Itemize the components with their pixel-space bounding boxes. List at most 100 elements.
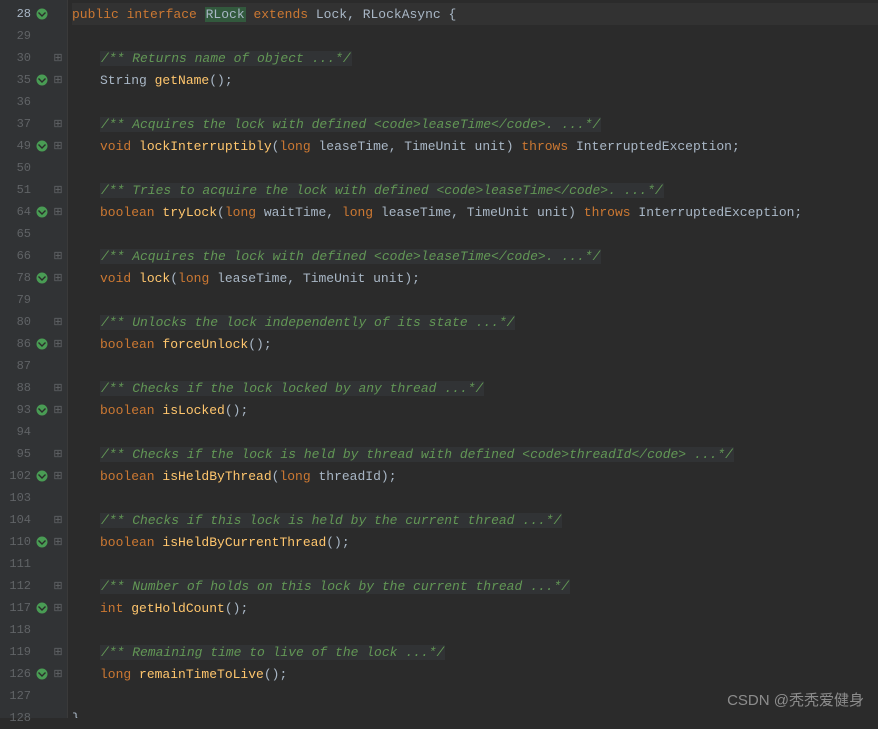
code-line[interactable]: /** Remaining time to live of the lock .… bbox=[72, 641, 878, 663]
code-line[interactable]: long remainTimeToLive(); bbox=[72, 663, 878, 685]
fold-icon[interactable]: ⊞ bbox=[53, 645, 63, 659]
code-line[interactable] bbox=[72, 553, 878, 575]
gutter-line[interactable]: 37⊞ bbox=[0, 113, 67, 135]
fold-icon[interactable]: ⊞ bbox=[53, 403, 63, 417]
gutter-line[interactable]: 64⊞ bbox=[0, 201, 67, 223]
gutter-line[interactable]: 28 bbox=[0, 3, 67, 25]
gutter-line[interactable]: 126⊞ bbox=[0, 663, 67, 685]
code-line[interactable]: boolean isHeldByCurrentThread(); bbox=[72, 531, 878, 553]
gutter-line[interactable]: 110⊞ bbox=[0, 531, 67, 553]
code-line[interactable]: /** Unlocks the lock independently of it… bbox=[72, 311, 878, 333]
gutter[interactable]: 282930⊞35⊞3637⊞49⊞5051⊞64⊞6566⊞78⊞7980⊞8… bbox=[0, 0, 68, 718]
gutter-line[interactable]: 104⊞ bbox=[0, 509, 67, 531]
code-line[interactable]: /** Checks if the lock is held by thread… bbox=[72, 443, 878, 465]
code-line[interactable]: void lock(long leaseTime, TimeUnit unit)… bbox=[72, 267, 878, 289]
code-line[interactable] bbox=[72, 157, 878, 179]
override-marker[interactable] bbox=[35, 271, 49, 285]
fold-icon[interactable]: ⊞ bbox=[53, 249, 63, 263]
code-line[interactable]: void lockInterruptibly(long leaseTime, T… bbox=[72, 135, 878, 157]
gutter-line[interactable]: 86⊞ bbox=[0, 333, 67, 355]
gutter-line[interactable]: 65 bbox=[0, 223, 67, 245]
gutter-line[interactable]: 95⊞ bbox=[0, 443, 67, 465]
code-line[interactable]: boolean tryLock(long waitTime, long leas… bbox=[72, 201, 878, 223]
fold-icon[interactable]: ⊞ bbox=[53, 271, 63, 285]
fold-icon[interactable]: ⊞ bbox=[53, 667, 63, 681]
code-line[interactable]: /** Acquires the lock with defined <code… bbox=[72, 113, 878, 135]
fold-icon[interactable]: ⊞ bbox=[53, 139, 63, 153]
code-line[interactable]: /** Acquires the lock with defined <code… bbox=[72, 245, 878, 267]
fold-icon[interactable]: ⊞ bbox=[53, 469, 63, 483]
code-line[interactable]: boolean forceUnlock(); bbox=[72, 333, 878, 355]
override-marker[interactable] bbox=[35, 667, 49, 681]
gutter-line[interactable]: 102⊞ bbox=[0, 465, 67, 487]
code-line[interactable]: /** Number of holds on this lock by the … bbox=[72, 575, 878, 597]
fold-icon[interactable]: ⊞ bbox=[53, 315, 63, 329]
fold-icon[interactable]: ⊞ bbox=[53, 579, 63, 593]
gutter-line[interactable]: 80⊞ bbox=[0, 311, 67, 333]
override-marker[interactable] bbox=[35, 139, 49, 153]
gutter-line[interactable]: 93⊞ bbox=[0, 399, 67, 421]
gutter-line[interactable]: 35⊞ bbox=[0, 69, 67, 91]
override-marker[interactable] bbox=[35, 601, 49, 615]
code-line[interactable]: boolean isLocked(); bbox=[72, 399, 878, 421]
fold-icon[interactable]: ⊞ bbox=[53, 205, 63, 219]
gutter-line[interactable]: 88⊞ bbox=[0, 377, 67, 399]
fold-icon[interactable]: ⊞ bbox=[53, 381, 63, 395]
override-marker[interactable] bbox=[35, 205, 49, 219]
code-line[interactable] bbox=[72, 25, 878, 47]
fold-icon[interactable]: ⊞ bbox=[53, 535, 63, 549]
gutter-line[interactable]: 128 bbox=[0, 707, 67, 729]
gutter-line[interactable]: 49⊞ bbox=[0, 135, 67, 157]
gutter-line[interactable]: 78⊞ bbox=[0, 267, 67, 289]
code-line[interactable]: boolean isHeldByThread(long threadId); bbox=[72, 465, 878, 487]
code-area[interactable]: public interface RLock extends Lock, RLo… bbox=[68, 0, 878, 718]
code-line[interactable] bbox=[72, 223, 878, 245]
fold-icon[interactable]: ⊞ bbox=[53, 183, 63, 197]
fold-icon[interactable]: ⊞ bbox=[53, 73, 63, 87]
fold-icon[interactable]: ⊞ bbox=[53, 51, 63, 65]
gutter-line[interactable]: 29 bbox=[0, 25, 67, 47]
fold-icon[interactable]: ⊞ bbox=[53, 513, 63, 527]
gutter-line[interactable]: 118 bbox=[0, 619, 67, 641]
code-editor[interactable]: 282930⊞35⊞3637⊞49⊞5051⊞64⊞6566⊞78⊞7980⊞8… bbox=[0, 0, 878, 718]
gutter-line[interactable]: 51⊞ bbox=[0, 179, 67, 201]
override-marker[interactable] bbox=[35, 403, 49, 417]
code-line[interactable] bbox=[72, 487, 878, 509]
gutter-line[interactable]: 79 bbox=[0, 289, 67, 311]
code-line[interactable] bbox=[72, 685, 878, 707]
code-line[interactable] bbox=[72, 91, 878, 113]
code-line[interactable] bbox=[72, 619, 878, 641]
override-marker[interactable] bbox=[35, 7, 49, 21]
fold-icon[interactable]: ⊞ bbox=[53, 601, 63, 615]
code-line[interactable] bbox=[72, 421, 878, 443]
gutter-line[interactable]: 50 bbox=[0, 157, 67, 179]
fold-icon[interactable]: ⊞ bbox=[53, 337, 63, 351]
fold-icon[interactable]: ⊞ bbox=[53, 447, 63, 461]
gutter-line[interactable]: 117⊞ bbox=[0, 597, 67, 619]
override-marker[interactable] bbox=[35, 337, 49, 351]
gutter-line[interactable]: 119⊞ bbox=[0, 641, 67, 663]
code-line[interactable] bbox=[72, 289, 878, 311]
code-line[interactable]: /** Tries to acquire the lock with defin… bbox=[72, 179, 878, 201]
override-marker[interactable] bbox=[35, 469, 49, 483]
code-line[interactable]: public interface RLock extends Lock, RLo… bbox=[72, 3, 878, 25]
code-line[interactable]: String getName(); bbox=[72, 69, 878, 91]
code-line[interactable]: /** Checks if this lock is held by the c… bbox=[72, 509, 878, 531]
gutter-line[interactable]: 103 bbox=[0, 487, 67, 509]
code-line[interactable]: int getHoldCount(); bbox=[72, 597, 878, 619]
code-line[interactable]: /** Checks if the lock locked by any thr… bbox=[72, 377, 878, 399]
override-marker[interactable] bbox=[35, 535, 49, 549]
gutter-line[interactable]: 127 bbox=[0, 685, 67, 707]
gutter-line[interactable]: 94 bbox=[0, 421, 67, 443]
gutter-line[interactable]: 66⊞ bbox=[0, 245, 67, 267]
gutter-line[interactable]: 111 bbox=[0, 553, 67, 575]
code-line[interactable]: /** Returns name of object ...*/ bbox=[72, 47, 878, 69]
code-line[interactable] bbox=[72, 355, 878, 377]
gutter-line[interactable]: 87 bbox=[0, 355, 67, 377]
code-line[interactable]: } bbox=[72, 707, 878, 718]
gutter-line[interactable]: 30⊞ bbox=[0, 47, 67, 69]
fold-icon[interactable]: ⊞ bbox=[53, 117, 63, 131]
override-marker[interactable] bbox=[35, 73, 49, 87]
gutter-line[interactable]: 112⊞ bbox=[0, 575, 67, 597]
gutter-line[interactable]: 36 bbox=[0, 91, 67, 113]
